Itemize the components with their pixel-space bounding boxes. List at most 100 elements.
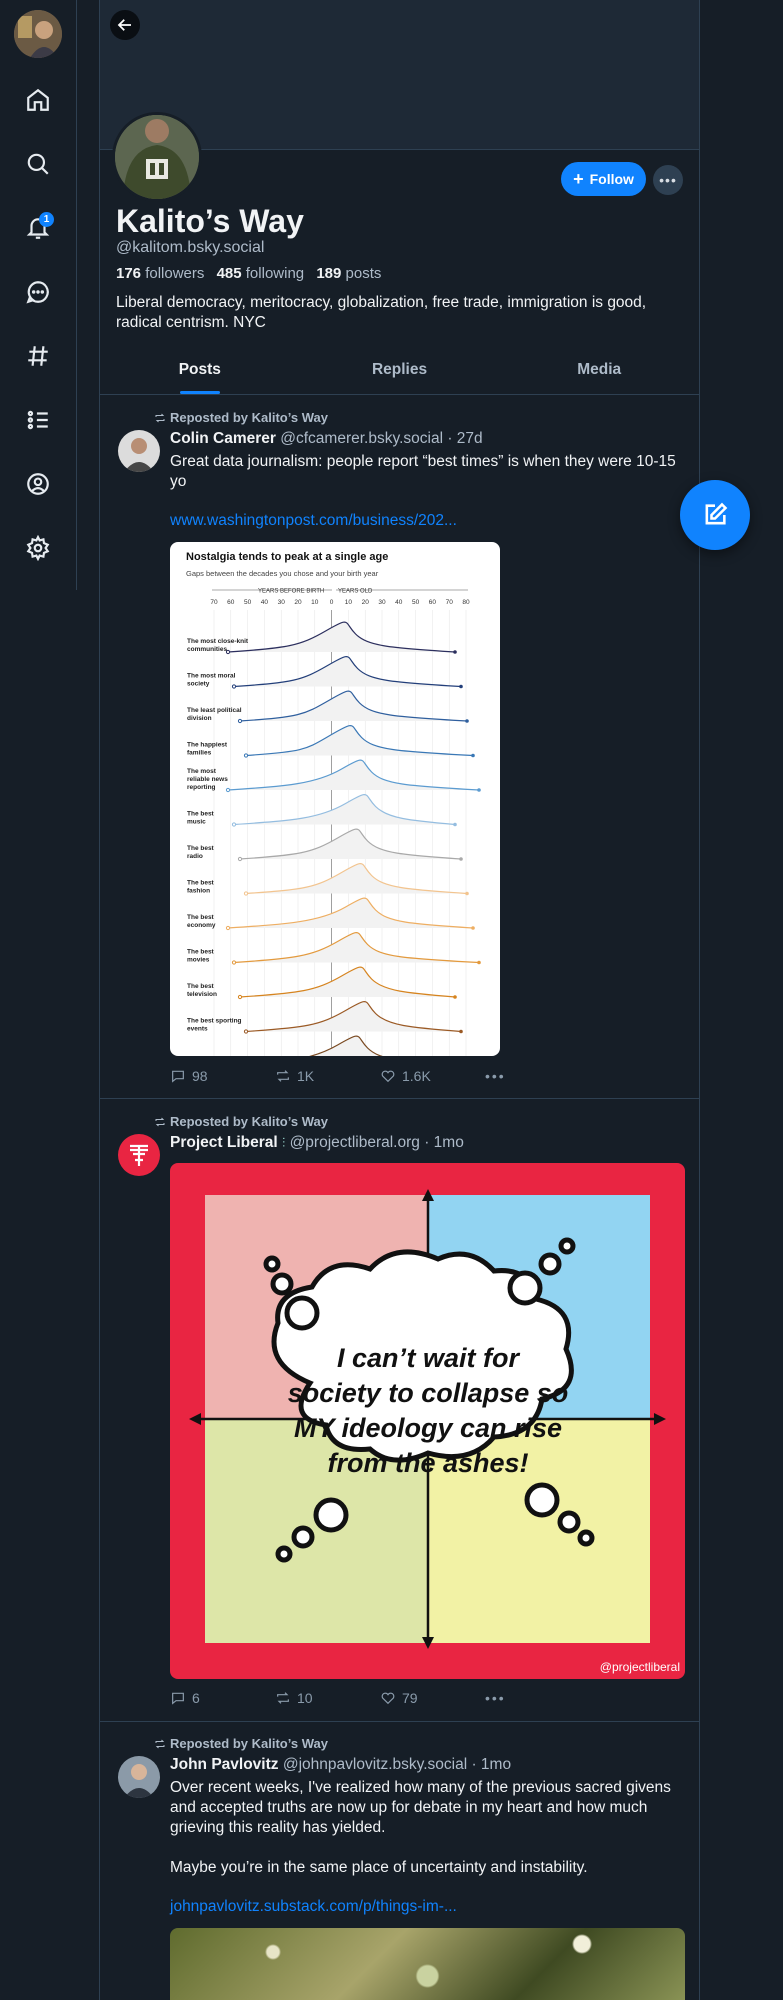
chart-ridge-start-point	[237, 718, 243, 724]
repost-indicator: Reposted by Kalito’s Way	[154, 1736, 328, 1751]
home-icon[interactable]	[20, 82, 56, 118]
avatar[interactable]	[118, 1756, 160, 1798]
compose-icon	[705, 502, 728, 525]
post-link[interactable]: johnpavlovitz.substack.com/p/things-im-.…	[170, 1898, 457, 1916]
chart-row-label: The best movies	[187, 949, 215, 964]
search-icon[interactable]	[20, 146, 56, 182]
tab-replies[interactable]: Replies	[300, 345, 500, 394]
list-icon[interactable]	[20, 402, 56, 438]
post-more-button[interactable]: •••	[485, 1690, 590, 1706]
my-avatar[interactable]	[14, 10, 62, 58]
chart-row-label: The best fashion	[187, 880, 215, 895]
avatar[interactable]	[118, 1134, 160, 1176]
chart-tick-label: 40	[395, 599, 403, 606]
post-more-button[interactable]: •••	[485, 1068, 590, 1084]
arrow-left-icon	[117, 19, 131, 31]
chart-ridge-start-point	[225, 925, 231, 931]
profile-feed: + Follow ••• Kalito’s Way @kalitom.bsky.…	[99, 0, 700, 2000]
reply-button[interactable]: 6	[170, 1690, 275, 1706]
heart-icon	[381, 1070, 395, 1083]
repost-icon	[155, 413, 165, 422]
profile-display-name: Kalito’s Way	[116, 203, 304, 239]
chart-ridge-fill	[246, 863, 467, 894]
post-author[interactable]: John Pavlovitz @johnpavlovitz.bsky.socia…	[170, 1756, 511, 1774]
cartoon-line-2: society to collapse so	[288, 1378, 569, 1408]
chart-subtitle: Gaps between the decades you chose and y…	[186, 569, 379, 578]
like-button[interactable]: 79	[380, 1690, 485, 1706]
follow-label: Follow	[589, 171, 634, 187]
chart-ridge-end-point	[471, 926, 475, 930]
hashtag-icon[interactable]	[20, 338, 56, 374]
profile-avatar[interactable]	[112, 112, 202, 202]
reply-button[interactable]: 98	[170, 1068, 275, 1084]
chart-ridge-start-point	[237, 994, 243, 1000]
chart-title: Nostalgia tends to peak at a single age	[186, 551, 388, 563]
chart-row-label: The least political division	[187, 707, 242, 722]
avatar-image	[118, 1756, 160, 1798]
chart-ridge-end-point	[477, 960, 481, 965]
profile-icon[interactable]	[20, 466, 56, 502]
profile-stats: 176 followers 485 following 189 posts	[116, 265, 381, 282]
chart-tick-label: 20	[294, 599, 302, 606]
chart-ridge-end-point	[453, 650, 457, 654]
avatar[interactable]	[118, 430, 160, 472]
chart-row-label: The most reliable news reporting	[187, 768, 228, 791]
post-image-cartoon[interactable]: I can’t wait for society to collapse so …	[170, 1163, 685, 1679]
profile-bio: Liberal democracy, meritocracy, globaliz…	[116, 294, 647, 331]
chart-ridge-end-point	[453, 995, 457, 999]
chart-ridge-fill	[234, 932, 479, 963]
chart-ridge-end-point	[459, 857, 463, 861]
chart-row-label: The best radio	[187, 845, 215, 860]
chart-ridge-fill	[234, 794, 455, 825]
chart-row-label: The best sporting events	[187, 1018, 242, 1033]
chart-ridge-fill	[240, 829, 461, 859]
post-actions: 98 1K 1.6K •••	[170, 1066, 590, 1086]
like-button[interactable]: 1.6K	[380, 1068, 485, 1084]
chart-ridge-end-point	[471, 753, 475, 758]
ellipsis-icon: •••	[485, 1068, 506, 1084]
tab-posts[interactable]: Posts	[100, 345, 300, 394]
chart-ridge-end-point	[465, 891, 469, 896]
chart-ridge-start-point	[231, 960, 237, 965]
political-compass-cartoon: I can’t wait for society to collapse so …	[189, 1189, 680, 1674]
chart-row-label: The best television	[187, 983, 217, 998]
chart-ridge-fill	[234, 656, 461, 687]
follow-button[interactable]: + Follow	[561, 162, 646, 196]
back-button[interactable]	[110, 10, 140, 40]
reply-icon	[172, 1692, 184, 1705]
post-link-preview-image[interactable]	[170, 1928, 685, 2000]
ellipsis-icon: •••	[659, 172, 677, 188]
chart-tick-label: 10	[345, 599, 353, 606]
reply-icon	[172, 1070, 184, 1083]
tab-media[interactable]: Media	[499, 345, 699, 394]
chart-ridge-end-point	[453, 822, 457, 827]
post-text: Over recent weeks, I've realized how man…	[170, 1779, 671, 1836]
chat-icon[interactable]	[20, 274, 56, 310]
chart-tick-label: 50	[244, 599, 252, 606]
post-actions: 6 10 79 •••	[170, 1688, 590, 1708]
cartoon-line-1: I can’t wait for	[337, 1343, 521, 1373]
following-stat[interactable]: 485 following	[217, 265, 305, 282]
chart-after-label: YEARS OLD	[338, 589, 373, 595]
repost-icon	[277, 1070, 289, 1082]
chart-row-label: The best economy	[187, 914, 216, 929]
followers-stat[interactable]: 176 followers	[116, 265, 204, 282]
post-image-chart[interactable]: Nostalgia tends to peak at a single age …	[170, 542, 500, 1056]
post-text: Great data journalism: people report “be…	[170, 453, 676, 490]
chart-tick-label: 0	[330, 599, 334, 606]
post-author[interactable]: Project Liberal ⫶ @projectliberal.org · …	[170, 1134, 464, 1152]
post-link[interactable]: www.washingtonpost.com/business/202...	[170, 512, 457, 530]
left-navigation: 1	[0, 0, 77, 590]
gear-icon[interactable]	[20, 530, 56, 566]
chart-ridge-start-point	[231, 822, 237, 827]
repost-button[interactable]: 10	[275, 1690, 380, 1706]
ellipsis-icon: •••	[485, 1690, 506, 1706]
chart-ridge-fill	[246, 725, 473, 756]
repost-button[interactable]: 1K	[275, 1068, 380, 1084]
chart-tick-label: 60	[429, 599, 437, 606]
profile-avatar-image	[115, 115, 199, 199]
post-author[interactable]: Colin Camerer @cfcamerer.bsky.social · 2…	[170, 430, 483, 448]
bell-icon[interactable]: 1	[20, 210, 56, 246]
compose-button[interactable]	[680, 480, 750, 550]
more-options-button[interactable]: •••	[653, 165, 683, 195]
